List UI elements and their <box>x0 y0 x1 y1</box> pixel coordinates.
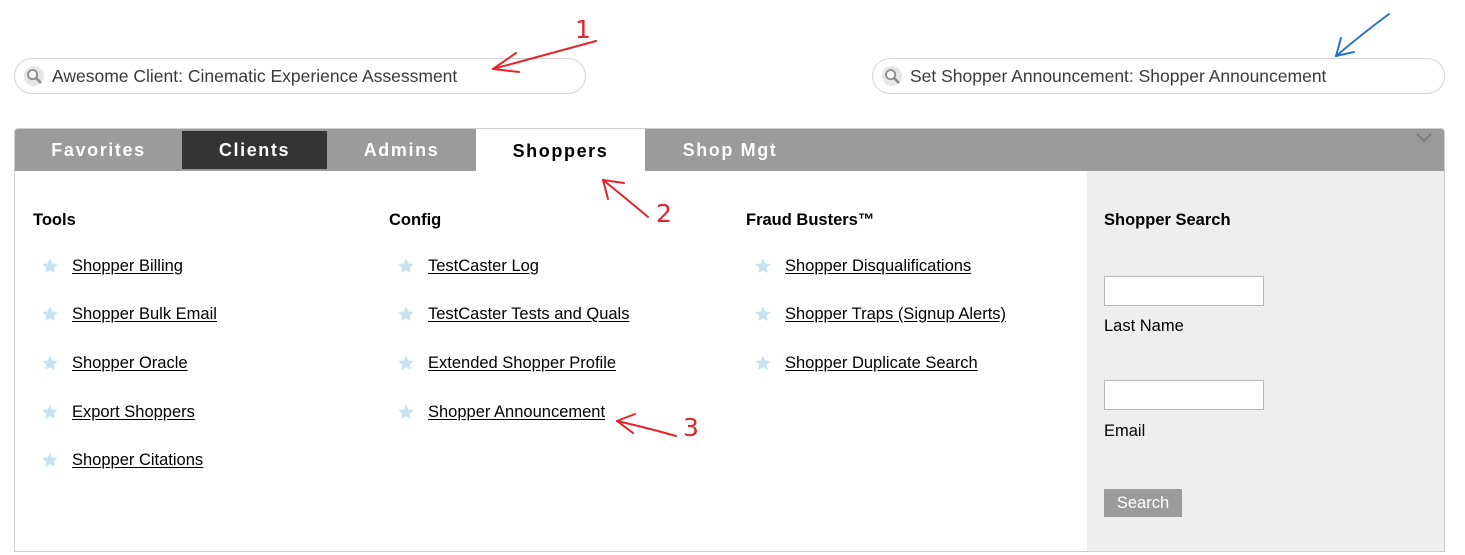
annotation-label-1: 1 <box>575 15 591 44</box>
tab-favorites[interactable]: Favorites <box>15 129 182 171</box>
magnifier-icon <box>881 65 903 87</box>
tab-shop-mgt[interactable]: Shop Mgt <box>645 129 815 171</box>
magnifier-icon <box>23 65 45 87</box>
shopper-citations-link[interactable]: Shopper Citations <box>72 451 203 470</box>
menu-item: Shopper Announcement <box>397 401 605 423</box>
menu-item: TestCaster Tests and Quals <box>397 303 629 325</box>
shopper-disqualifications-link[interactable]: Shopper Disqualifications <box>785 257 971 276</box>
last-name-label: Last Name <box>1104 317 1184 335</box>
menu-item: Shopper Traps (Signup Alerts) <box>754 303 1006 325</box>
tools-heading: Tools <box>33 211 76 229</box>
page-search-bar[interactable]: Set Shopper Announcement: Shopper Announ… <box>872 58 1445 94</box>
shopper-search-panel: Shopper Search Last Name Email Search <box>1087 171 1444 551</box>
menu-item: Extended Shopper Profile <box>397 352 616 374</box>
client-search-bar[interactable]: Awesome Client: Cinematic Experience Ass… <box>14 58 586 94</box>
email-label: Email <box>1104 422 1146 440</box>
star-icon[interactable] <box>754 257 772 275</box>
star-icon[interactable] <box>397 257 415 275</box>
star-icon[interactable] <box>754 305 772 323</box>
menu-item: Shopper Bulk Email <box>41 303 217 325</box>
tab-bar: Favorites Clients Admins Shoppers Shop M… <box>15 129 1444 173</box>
menu-item: Export Shoppers <box>41 401 195 423</box>
shopper-search-button[interactable]: Search <box>1104 489 1182 517</box>
menu-item: TestCaster Log <box>397 255 539 277</box>
star-icon[interactable] <box>41 305 59 323</box>
extended-shopper-profile-link[interactable]: Extended Shopper Profile <box>428 354 616 373</box>
fraud-busters-heading: Fraud Busters™ <box>746 211 875 229</box>
shopper-search-heading: Shopper Search <box>1104 211 1231 229</box>
star-icon[interactable] <box>397 305 415 323</box>
shopper-bulk-email-link[interactable]: Shopper Bulk Email <box>72 305 217 324</box>
menu-item: Shopper Billing <box>41 255 183 277</box>
star-icon[interactable] <box>41 354 59 372</box>
config-heading: Config <box>389 211 442 229</box>
star-icon[interactable] <box>397 403 415 421</box>
last-name-input[interactable] <box>1104 276 1264 306</box>
tab-admins[interactable]: Admins <box>327 129 476 171</box>
page-search-text: Set Shopper Announcement: Shopper Announ… <box>910 65 1327 86</box>
star-icon[interactable] <box>397 354 415 372</box>
star-icon[interactable] <box>41 403 59 421</box>
export-shoppers-link[interactable]: Export Shoppers <box>72 403 195 422</box>
main-menu-panel: Favorites Clients Admins Shoppers Shop M… <box>14 128 1445 552</box>
tab-clients[interactable]: Clients <box>182 131 327 169</box>
menu-item: Shopper Citations <box>41 449 203 471</box>
shopper-traps-link[interactable]: Shopper Traps (Signup Alerts) <box>785 305 1006 324</box>
menu-item: Shopper Disqualifications <box>754 255 971 277</box>
menu-item: Shopper Duplicate Search <box>754 352 978 374</box>
annotation-arrow-blue <box>1335 13 1390 57</box>
testcaster-log-link[interactable]: TestCaster Log <box>428 257 539 276</box>
email-input[interactable] <box>1104 380 1264 410</box>
shopper-duplicate-search-link[interactable]: Shopper Duplicate Search <box>785 354 978 373</box>
shopper-billing-link[interactable]: Shopper Billing <box>72 257 183 276</box>
tab-shoppers[interactable]: Shoppers <box>476 129 645 173</box>
shopper-announcement-link[interactable]: Shopper Announcement <box>428 403 605 422</box>
shopper-oracle-link[interactable]: Shopper Oracle <box>72 354 188 373</box>
star-icon[interactable] <box>41 257 59 275</box>
menu-item: Shopper Oracle <box>41 352 188 374</box>
testcaster-tests-link[interactable]: TestCaster Tests and Quals <box>428 305 629 324</box>
menu-content: Tools Shopper Billing Shopper Bulk Email… <box>15 171 1444 551</box>
chevron-down-icon[interactable] <box>1414 131 1434 145</box>
star-icon[interactable] <box>41 451 59 469</box>
client-search-text: Awesome Client: Cinematic Experience Ass… <box>52 65 458 86</box>
star-icon[interactable] <box>754 354 772 372</box>
